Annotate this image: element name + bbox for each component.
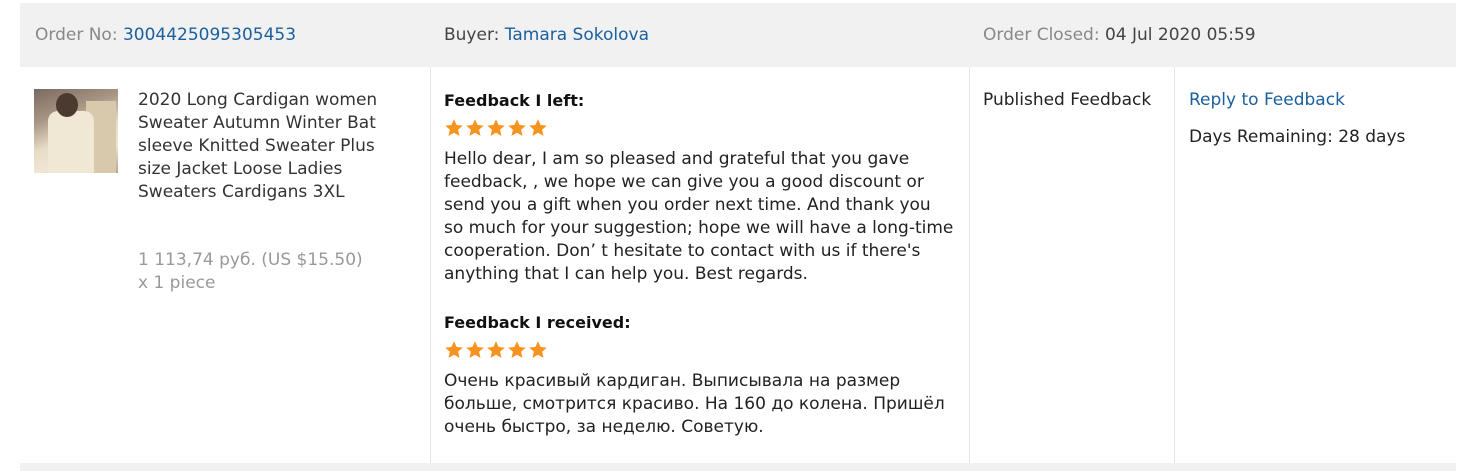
buyer: Buyer: Tamara Sokolova	[444, 3, 649, 67]
product-price: 1 113,74 руб. (US $15.50)	[138, 250, 363, 270]
order-closed-label: Order Closed:	[983, 25, 1100, 45]
column-divider	[1174, 67, 1175, 463]
star-icon	[444, 340, 464, 360]
feedback-received-heading: Feedback I received:	[444, 313, 631, 332]
star-icon	[528, 118, 548, 138]
feedback-received: Feedback I received: Очень красивый кард…	[444, 312, 964, 439]
feedback-left-stars	[444, 118, 964, 140]
star-icon	[465, 118, 485, 138]
product-title[interactable]: 2020 Long Cardigan women Sweater Autumn …	[138, 89, 378, 204]
reply-to-feedback-link[interactable]: Reply to Feedback	[1189, 89, 1345, 112]
star-icon	[486, 118, 506, 138]
feedback-row: 2020 Long Cardigan women Sweater Autumn …	[20, 67, 1456, 463]
feedback-left: Feedback I left: Hello dear, I am so ple…	[444, 90, 964, 286]
column-divider	[430, 67, 431, 463]
star-icon	[486, 340, 506, 360]
star-icon	[507, 340, 527, 360]
buyer-link[interactable]: Tamara Sokolova	[505, 25, 649, 45]
feedback-received-text: Очень красивый кардиган. Выписывала на р…	[444, 371, 945, 437]
feedback-left-text: Hello dear, I am so pleased and grateful…	[444, 149, 954, 284]
star-icon	[444, 118, 464, 138]
buyer-label: Buyer:	[444, 25, 500, 45]
order-number-label: Order No:	[35, 25, 118, 45]
feedback-status: Published Feedback	[983, 90, 1152, 110]
days-remaining: Days Remaining: 28 days	[1189, 127, 1406, 147]
star-icon	[465, 340, 485, 360]
star-icon	[507, 118, 527, 138]
order-number-link[interactable]: 3004425095305453	[123, 25, 296, 45]
feedback-left-heading: Feedback I left:	[444, 91, 585, 110]
order-header: Order No: 3004425095305453 Buyer: Tamara…	[20, 3, 1456, 67]
next-order-header	[20, 463, 1456, 471]
product-quantity: x 1 piece	[138, 273, 216, 293]
column-divider	[969, 67, 970, 463]
feedback-received-stars	[444, 340, 964, 362]
order-number: Order No: 3004425095305453	[35, 3, 296, 67]
order-closed: Order Closed: 04 Jul 2020 05:59	[983, 3, 1256, 67]
star-icon	[528, 340, 548, 360]
order-closed-date: 04 Jul 2020 05:59	[1104, 25, 1256, 45]
product-price-block: 1 113,74 руб. (US $15.50) x 1 piece	[138, 249, 398, 295]
product-thumbnail[interactable]	[34, 89, 118, 173]
